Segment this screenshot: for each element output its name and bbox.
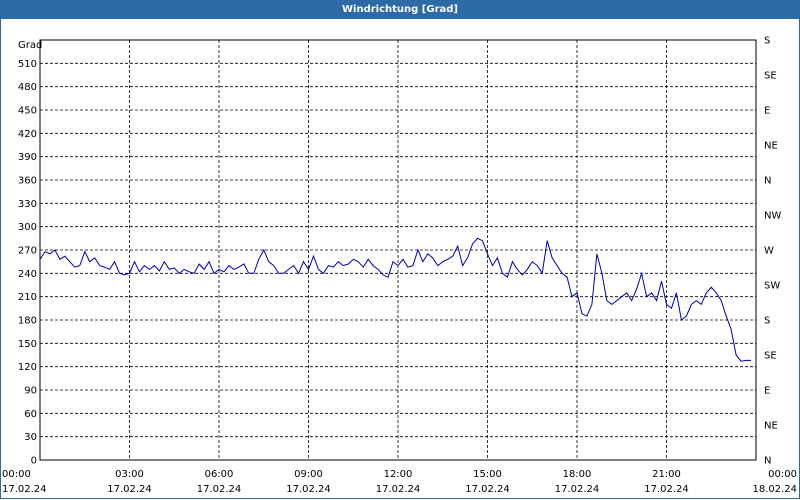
x-tick-date: 18.02.24 [752, 484, 797, 495]
compass-label: S [764, 316, 770, 327]
x-tick-time: 12:00 [384, 469, 413, 480]
x-tick-time: 21:00 [652, 469, 681, 480]
y-tick-label: 390 [18, 152, 37, 163]
x-tick-date: 17.02.24 [465, 484, 510, 495]
y-tick-label: 480 [18, 82, 37, 93]
compass-label: W [764, 246, 774, 257]
compass-label: NW [764, 211, 781, 222]
x-tick-date: 17.02.24 [555, 484, 600, 495]
y-tick-label: 30 [24, 432, 37, 443]
compass-label: N [764, 176, 771, 187]
y-tick-label: 150 [18, 339, 37, 350]
compass-label: S [764, 36, 770, 47]
y-tick-label: 60 [24, 409, 37, 420]
compass-label: SW [764, 281, 780, 292]
y-tick-label: 0 [31, 456, 37, 467]
right-axis: N NE E SE S SW W NW N NE E SE S [764, 36, 781, 467]
wind-direction-line [39, 237, 751, 362]
y-tick-label: 300 [18, 222, 37, 233]
x-tick-time: 03:00 [115, 469, 144, 480]
x-tick-time: 06:00 [205, 469, 234, 480]
wind-direction-chart: Grad 0 30 60 90 120 150 180 210 240 270 300 330 360 3… [2, 36, 797, 496]
compass-label: NE [764, 421, 778, 432]
y-tick-label: 270 [18, 246, 37, 257]
x-tick-time: 09:00 [294, 469, 323, 480]
y-tick-label: 450 [18, 106, 37, 117]
series-group [39, 237, 751, 362]
x-tick-date: 17.02.24 [644, 484, 689, 495]
y-tick-label: 240 [18, 269, 37, 280]
compass-label: SE [764, 351, 777, 362]
x-tick-date: 17.02.24 [376, 484, 421, 495]
compass-label: E [764, 106, 770, 117]
x-tick-time: 18:00 [563, 469, 592, 480]
compass-label: NE [764, 141, 778, 152]
left-axis: Grad 0 30 60 90 120 150 180 210 240 270 300 330 360 3… [18, 40, 42, 467]
grid-lines [40, 40, 756, 460]
y-tick-label: 330 [18, 199, 37, 210]
x-tick-time: 15:00 [473, 469, 502, 480]
compass-label: SE [764, 71, 777, 82]
compass-label: E [764, 386, 770, 397]
y-axis-label: Grad [18, 40, 42, 51]
y-tick-label: 120 [18, 362, 37, 373]
y-tick-label: 510 [18, 59, 37, 70]
x-tick-date: 17.02.24 [107, 484, 152, 495]
x-tick-date: 17.02.24 [286, 484, 331, 495]
x-tick-date: 17.02.24 [2, 484, 47, 495]
y-tick-label: 90 [24, 386, 37, 397]
x-axis: 00:00 17.02.24 03:00 17.02.24 06:00 17.02.24 0… [2, 469, 797, 495]
y-tick-label: 210 [18, 292, 37, 303]
x-tick-date: 17.02.24 [197, 484, 242, 495]
y-tick-label: 180 [18, 316, 37, 327]
y-tick-label: 420 [18, 129, 37, 140]
x-tick-time: 00:00 [2, 469, 31, 480]
compass-label: N [764, 456, 771, 467]
x-tick-time: 00:00 [768, 469, 797, 480]
y-tick-label: 360 [18, 176, 37, 187]
